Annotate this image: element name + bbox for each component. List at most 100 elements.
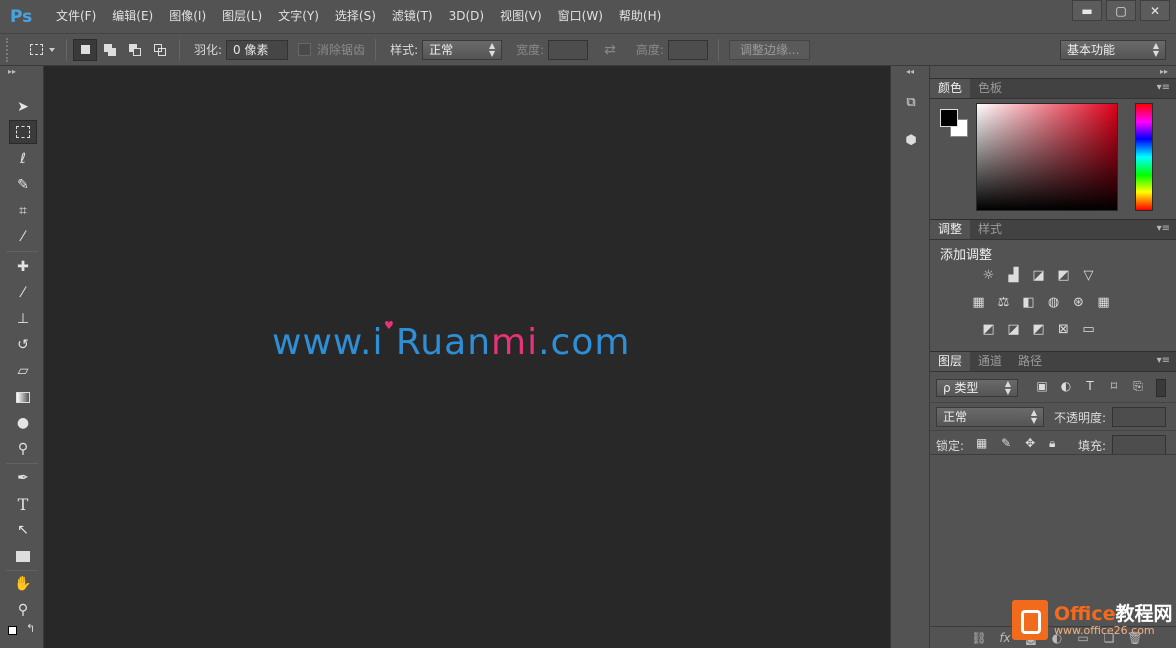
tab-paths[interactable]: 路径 bbox=[1010, 352, 1050, 371]
maximize-button[interactable]: ▢ bbox=[1106, 0, 1136, 21]
zoom-tool[interactable]: ⚲ bbox=[9, 598, 37, 622]
panel-menu-icon[interactable]: ▾≡ bbox=[1157, 82, 1170, 93]
exposure-icon[interactable]: ◩ bbox=[1051, 266, 1076, 284]
expand-dock-icon[interactable]: ◂◂ bbox=[891, 66, 929, 78]
filter-pixel-icon[interactable]: ▣ bbox=[1030, 379, 1054, 394]
menu-3d[interactable]: 3D(D) bbox=[441, 0, 492, 33]
foreground-color-swatch[interactable] bbox=[940, 109, 958, 127]
lock-transparency-icon[interactable]: ▦ bbox=[976, 436, 987, 450]
menu-image[interactable]: 图像(I) bbox=[161, 0, 214, 33]
channel-mixer-icon[interactable]: ⊛ bbox=[1066, 293, 1091, 311]
menu-select[interactable]: 选择(S) bbox=[327, 0, 384, 33]
filter-shape-icon[interactable]: ⌑ bbox=[1102, 379, 1126, 394]
posterize-icon[interactable]: ◪ bbox=[1001, 320, 1026, 338]
tab-adjustments[interactable]: 调整 bbox=[930, 220, 971, 239]
menu-window[interactable]: 窗口(W) bbox=[550, 0, 611, 33]
color-lookup-icon[interactable]: ▦ bbox=[1091, 293, 1116, 311]
workspace-select[interactable]: 基本功能 ▲ ▼ bbox=[1060, 39, 1166, 60]
history-brush-tool[interactable]: ↺ bbox=[9, 333, 37, 357]
move-tool[interactable]: ➤ bbox=[9, 95, 37, 119]
invert-icon[interactable]: ◩ bbox=[976, 320, 1001, 338]
panel-menu-icon[interactable]: ▾≡ bbox=[1157, 355, 1170, 366]
panel-menu-icon[interactable]: ▾≡ bbox=[1157, 223, 1170, 234]
new-selection-button[interactable] bbox=[73, 38, 97, 61]
hue-slider[interactable] bbox=[1135, 103, 1153, 211]
close-button[interactable]: ✕ bbox=[1140, 0, 1170, 21]
clone-stamp-tool[interactable]: ⊥ bbox=[9, 307, 37, 331]
hue-saturation-icon[interactable]: ▦ bbox=[966, 293, 991, 311]
blur-tool[interactable]: ● bbox=[9, 411, 37, 435]
document-canvas[interactable]: ♥ www.i Ruanmi.com bbox=[44, 66, 890, 648]
tab-swatches[interactable]: 色板 bbox=[970, 79, 1010, 98]
brightness-icon[interactable]: ☼ bbox=[976, 266, 1001, 284]
history-panel-button[interactable]: ⧉ bbox=[897, 90, 925, 114]
filter-type-icon[interactable]: T bbox=[1078, 379, 1102, 394]
threshold-icon[interactable]: ◩ bbox=[1026, 320, 1051, 338]
add-selection-button[interactable] bbox=[98, 39, 122, 61]
menu-file[interactable]: 文件(F) bbox=[48, 0, 104, 33]
lock-position-icon[interactable]: ✥ bbox=[1025, 436, 1035, 450]
filter-toggle[interactable] bbox=[1156, 379, 1166, 397]
menu-filter[interactable]: 滤镜(T) bbox=[384, 0, 441, 33]
photo-filter-icon[interactable]: ◍ bbox=[1041, 293, 1066, 311]
lasso-tool[interactable]: ℓ bbox=[9, 147, 37, 171]
feather-input[interactable]: 0 像素 bbox=[226, 39, 289, 60]
gradient-map-icon[interactable]: ▭ bbox=[1076, 320, 1101, 338]
refine-edge-button[interactable]: 调整边缘... bbox=[728, 39, 811, 60]
subtract-selection-button[interactable] bbox=[123, 39, 147, 61]
pen-tool[interactable]: ✒ bbox=[9, 466, 37, 490]
menu-layer[interactable]: 图层(L) bbox=[214, 0, 270, 33]
tab-color[interactable]: 颜色 bbox=[930, 79, 971, 98]
curves-icon[interactable]: ◪ bbox=[1026, 266, 1051, 284]
selective-color-icon[interactable]: ⊠ bbox=[1051, 320, 1076, 338]
default-colors-icon[interactable] bbox=[8, 626, 17, 635]
path-select-tool[interactable]: ↖ bbox=[9, 518, 37, 542]
gradient-tool[interactable] bbox=[9, 385, 37, 409]
layer-filter-select[interactable]: ρ 类型 ▲ ▼ bbox=[936, 379, 1018, 397]
properties-panel-button[interactable]: ⬢ bbox=[897, 128, 925, 152]
minimize-button[interactable]: ▬ bbox=[1072, 0, 1102, 21]
menu-view[interactable]: 视图(V) bbox=[492, 0, 550, 33]
menu-edit[interactable]: 编辑(E) bbox=[104, 0, 161, 33]
collapse-panels-icon[interactable]: ▸▸ bbox=[930, 66, 1176, 78]
black-white-icon[interactable]: ◧ bbox=[1016, 293, 1041, 311]
filter-adjustment-icon[interactable]: ◐ bbox=[1054, 379, 1078, 394]
swap-icon[interactable]: ⇄ bbox=[604, 42, 616, 58]
link-layers-icon[interactable]: ⛓ bbox=[966, 631, 992, 645]
lock-all-icon[interactable]: 🔒︎ bbox=[1049, 436, 1055, 450]
antialias-checkbox[interactable] bbox=[298, 43, 312, 56]
healing-brush-tool[interactable]: ✚ bbox=[9, 255, 37, 279]
color-field[interactable] bbox=[976, 103, 1118, 211]
rectangle-tool[interactable] bbox=[9, 544, 37, 568]
fill-input[interactable] bbox=[1112, 435, 1166, 455]
intersect-selection-button[interactable] bbox=[148, 39, 172, 61]
vibrance-icon[interactable]: ▽ bbox=[1076, 266, 1101, 284]
brush-tool[interactable]: ⁄ bbox=[9, 281, 37, 305]
menu-type[interactable]: 文字(Y) bbox=[270, 0, 327, 33]
eyedropper-tool[interactable]: ⁄ bbox=[9, 225, 37, 249]
tab-channels[interactable]: 通道 bbox=[970, 352, 1010, 371]
tab-layers[interactable]: 图层 bbox=[930, 352, 971, 371]
collapse-toolbar-icon[interactable]: ▸▸ bbox=[0, 66, 43, 78]
width-input[interactable] bbox=[548, 39, 589, 60]
style-select[interactable]: 正常 ▲ ▼ bbox=[422, 39, 503, 60]
levels-icon[interactable]: ▟ bbox=[1001, 266, 1026, 284]
tool-preset-picker[interactable] bbox=[24, 38, 60, 62]
eraser-tool[interactable]: ▱ bbox=[9, 359, 37, 383]
quick-select-tool[interactable]: ✎ bbox=[9, 173, 37, 197]
options-grip[interactable] bbox=[6, 37, 14, 62]
type-tool[interactable]: T bbox=[9, 492, 37, 516]
blend-mode-select[interactable]: 正常 ▲ ▼ bbox=[936, 407, 1044, 427]
lock-pixels-icon[interactable]: ✎ bbox=[1001, 436, 1011, 450]
tab-styles[interactable]: 样式 bbox=[970, 220, 1010, 239]
rect-marquee-tool[interactable] bbox=[9, 120, 37, 144]
swap-colors-icon[interactable]: ↰ bbox=[26, 622, 35, 635]
menu-help[interactable]: 帮助(H) bbox=[611, 0, 669, 33]
filter-smart-object-icon[interactable]: ⎘ bbox=[1126, 379, 1150, 394]
height-input[interactable] bbox=[667, 39, 708, 60]
opacity-input[interactable] bbox=[1112, 407, 1166, 427]
color-balance-icon[interactable]: ⚖ bbox=[991, 293, 1016, 311]
crop-tool[interactable]: ⌗ bbox=[9, 199, 37, 223]
dodge-tool[interactable]: ⚲ bbox=[9, 437, 37, 461]
hand-tool[interactable]: ✋ bbox=[9, 572, 37, 596]
